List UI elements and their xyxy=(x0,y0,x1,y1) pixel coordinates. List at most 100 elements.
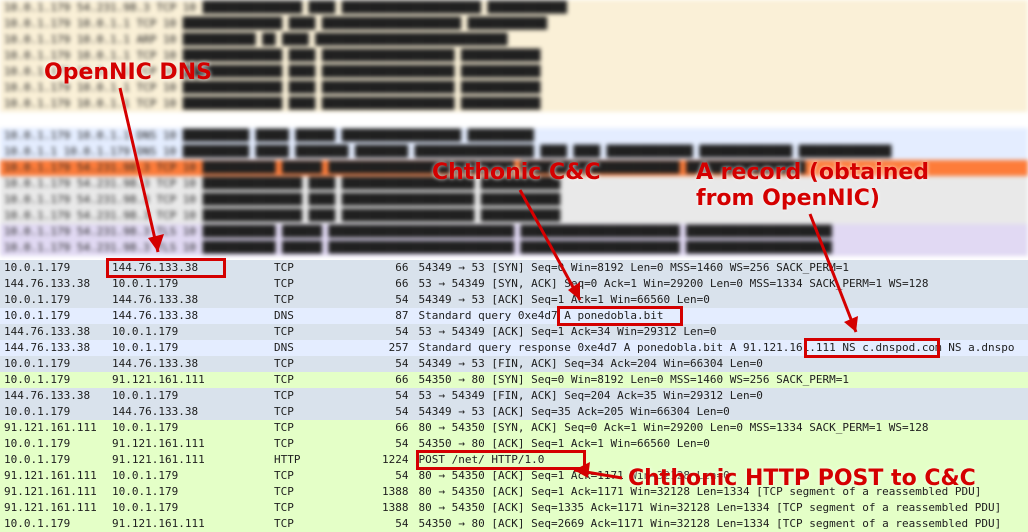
packet-dst: 144.76.133.38 xyxy=(108,404,270,420)
blurred-row: 10.0.1.179 54.231.98.3 TCP 10 ██████████… xyxy=(0,160,1028,176)
packet-len: 66 xyxy=(378,260,415,276)
blurred-row: 10.0.1.179 10.0.1.1 ARP 10 ███████████ █… xyxy=(0,32,1028,48)
packet-len: 54 xyxy=(378,324,415,340)
packet-row[interactable]: 10.0.1.179144.76.133.38TCP5454349 → 53 [… xyxy=(0,404,1028,420)
packet-row[interactable]: 10.0.1.179144.76.133.38TCP5454349 → 53 [… xyxy=(0,292,1028,308)
packet-len: 1388 xyxy=(378,484,415,500)
packet-info: 54350 → 80 [ACK] Seq=1 Ack=1 Win=66560 L… xyxy=(415,436,1028,452)
blurred-row: 10.0.1.179 54.231.98.3 TCP 10 ██████████… xyxy=(0,0,1028,16)
packet-src: 10.0.1.179 xyxy=(0,260,108,276)
blurred-packets-region: 10.0.1.179 54.231.98.3 TCP 10 ██████████… xyxy=(0,0,1028,260)
blurred-row: 10.0.1.179 10.0.1.1 TCP 10 █████████████… xyxy=(0,96,1028,112)
packet-len: 54 xyxy=(378,516,415,532)
packet-proto: TCP xyxy=(270,260,378,276)
packet-row[interactable]: 144.76.133.3810.0.1.179TCP5453 → 54349 [… xyxy=(0,388,1028,404)
packet-len: 54 xyxy=(378,404,415,420)
packet-proto: TCP xyxy=(270,500,378,516)
packet-dst: 144.76.133.38 xyxy=(108,292,270,308)
packet-dst: 10.0.1.179 xyxy=(108,484,270,500)
packet-dst: 10.0.1.179 xyxy=(108,324,270,340)
packet-info: 54349 → 53 [FIN, ACK] Seq=34 Ack=204 Win… xyxy=(415,356,1028,372)
blurred-row: 10.0.1.179 54.231.98.3 TLS 10 ██████████… xyxy=(0,224,1028,240)
packet-dst: 10.0.1.179 xyxy=(108,276,270,292)
packet-proto: TCP xyxy=(270,292,378,308)
packet-info: 80 → 54350 [ACK] Seq=1 Ack=1171 Win=3212… xyxy=(415,468,1028,484)
packet-proto: DNS xyxy=(270,340,378,356)
blurred-row: 10.0.1.179 10.0.1.1 DNS 10 ██████████ ██… xyxy=(0,128,1028,144)
packet-row[interactable]: 144.76.133.3810.0.1.179DNS257Standard qu… xyxy=(0,340,1028,356)
packet-dst: 144.76.133.38 xyxy=(108,260,270,276)
packet-row[interactable]: 10.0.1.17991.121.161.111TCP5454350 → 80 … xyxy=(0,516,1028,532)
blurred-row: 10.0.1.1 10.0.1.179 DNS 10 ██████████ ██… xyxy=(0,144,1028,160)
packet-len: 66 xyxy=(378,372,415,388)
packet-proto: TCP xyxy=(270,356,378,372)
packet-proto: HTTP xyxy=(270,452,378,468)
packet-len: 54 xyxy=(378,292,415,308)
packet-len: 54 xyxy=(378,436,415,452)
packet-src: 144.76.133.38 xyxy=(0,324,108,340)
packet-info: 54349 → 53 [ACK] Seq=35 Ack=205 Win=6630… xyxy=(415,404,1028,420)
blurred-row: 10.0.1.179 54.231.98.3 TCP 10 ██████████… xyxy=(0,208,1028,224)
packet-list[interactable]: 10.0.1.179144.76.133.38TCP6654349 → 53 [… xyxy=(0,260,1028,532)
packet-info: 54349 → 53 [SYN] Seq=0 Win=8192 Len=0 MS… xyxy=(415,260,1028,276)
packet-dst: 91.121.161.111 xyxy=(108,372,270,388)
packet-proto: TCP xyxy=(270,516,378,532)
packet-row[interactable]: 91.121.161.11110.0.1.179TCP138880 → 5435… xyxy=(0,484,1028,500)
packet-len: 1224 xyxy=(378,452,415,468)
packet-dst: 10.0.1.179 xyxy=(108,468,270,484)
packet-len: 1388 xyxy=(378,500,415,516)
packet-src: 10.0.1.179 xyxy=(0,292,108,308)
packet-src: 91.121.161.111 xyxy=(0,484,108,500)
packet-dst: 91.121.161.111 xyxy=(108,516,270,532)
packet-dst: 10.0.1.179 xyxy=(108,388,270,404)
packet-info: 53 → 54349 [ACK] Seq=1 Ack=34 Win=29312 … xyxy=(415,324,1028,340)
packet-dst: 10.0.1.179 xyxy=(108,340,270,356)
packet-src: 10.0.1.179 xyxy=(0,372,108,388)
packet-row[interactable]: 91.121.161.11110.0.1.179TCP6680 → 54350 … xyxy=(0,420,1028,436)
packet-row[interactable]: 10.0.1.179144.76.133.38DNS87Standard que… xyxy=(0,308,1028,324)
blurred-row xyxy=(0,112,1028,128)
packet-info: 54349 → 53 [ACK] Seq=1 Ack=1 Win=66560 L… xyxy=(415,292,1028,308)
packet-src: 10.0.1.179 xyxy=(0,308,108,324)
packet-src: 144.76.133.38 xyxy=(0,276,108,292)
packet-proto: TCP xyxy=(270,436,378,452)
packet-src: 91.121.161.111 xyxy=(0,420,108,436)
packet-proto: TCP xyxy=(270,388,378,404)
packet-src: 10.0.1.179 xyxy=(0,516,108,532)
packet-proto: TCP xyxy=(270,276,378,292)
packet-len: 54 xyxy=(378,388,415,404)
blurred-row: 10.0.1.179 10.0.1.1 TCP 10 █████████████… xyxy=(0,48,1028,64)
packet-src: 91.121.161.111 xyxy=(0,468,108,484)
packet-row[interactable]: 10.0.1.179144.76.133.38TCP6654349 → 53 [… xyxy=(0,260,1028,276)
packet-proto: DNS xyxy=(270,308,378,324)
blurred-row: 10.0.1.179 10.0.1.1 TCP 10 █████████████… xyxy=(0,16,1028,32)
packet-dst: 91.121.161.111 xyxy=(108,452,270,468)
packet-info: 80 → 54350 [ACK] Seq=1 Ack=1171 Win=3212… xyxy=(415,484,1028,500)
blurred-row: 10.0.1.179 54.231.98.3 TCP 10 ██████████… xyxy=(0,192,1028,208)
packet-row[interactable]: 144.76.133.3810.0.1.179TCP5453 → 54349 [… xyxy=(0,324,1028,340)
packet-row[interactable]: 10.0.1.17991.121.161.111TCP5454350 → 80 … xyxy=(0,436,1028,452)
packet-info: 54350 → 80 [ACK] Seq=2669 Ack=1171 Win=3… xyxy=(415,516,1028,532)
packet-info: POST /net/ HTTP/1.0 xyxy=(415,452,1028,468)
packet-len: 54 xyxy=(378,468,415,484)
packet-row[interactable]: 91.121.161.11110.0.1.179TCP5480 → 54350 … xyxy=(0,468,1028,484)
packet-len: 66 xyxy=(378,276,415,292)
packet-row[interactable]: 10.0.1.17991.121.161.111HTTP1224POST /ne… xyxy=(0,452,1028,468)
blurred-row: 10.0.1.179 10.0.1.1 TCP 10 █████████████… xyxy=(0,80,1028,96)
packet-src: 91.121.161.111 xyxy=(0,500,108,516)
packet-dst: 10.0.1.179 xyxy=(108,420,270,436)
blurred-row: 10.0.1.179 10.0.1.1 TCP 10 █████████████… xyxy=(0,64,1028,80)
packet-dst: 144.76.133.38 xyxy=(108,308,270,324)
packet-row[interactable]: 91.121.161.11110.0.1.179TCP138880 → 5435… xyxy=(0,500,1028,516)
packet-proto: TCP xyxy=(270,484,378,500)
packet-info: 53 → 54349 [FIN, ACK] Seq=204 Ack=35 Win… xyxy=(415,388,1028,404)
packet-row[interactable]: 10.0.1.179144.76.133.38TCP5454349 → 53 [… xyxy=(0,356,1028,372)
packet-info: Standard query response 0xe4d7 A ponedob… xyxy=(415,340,1028,356)
packet-len: 257 xyxy=(378,340,415,356)
packet-info: 80 → 54350 [SYN, ACK] Seq=0 Ack=1 Win=29… xyxy=(415,420,1028,436)
packet-row[interactable]: 144.76.133.3810.0.1.179TCP6653 → 54349 [… xyxy=(0,276,1028,292)
packet-src: 10.0.1.179 xyxy=(0,452,108,468)
blurred-row: 10.0.1.179 54.231.98.3 TLS 10 ██████████… xyxy=(0,240,1028,256)
packet-info: 54350 → 80 [SYN] Seq=0 Win=8192 Len=0 MS… xyxy=(415,372,1028,388)
packet-row[interactable]: 10.0.1.17991.121.161.111TCP6654350 → 80 … xyxy=(0,372,1028,388)
